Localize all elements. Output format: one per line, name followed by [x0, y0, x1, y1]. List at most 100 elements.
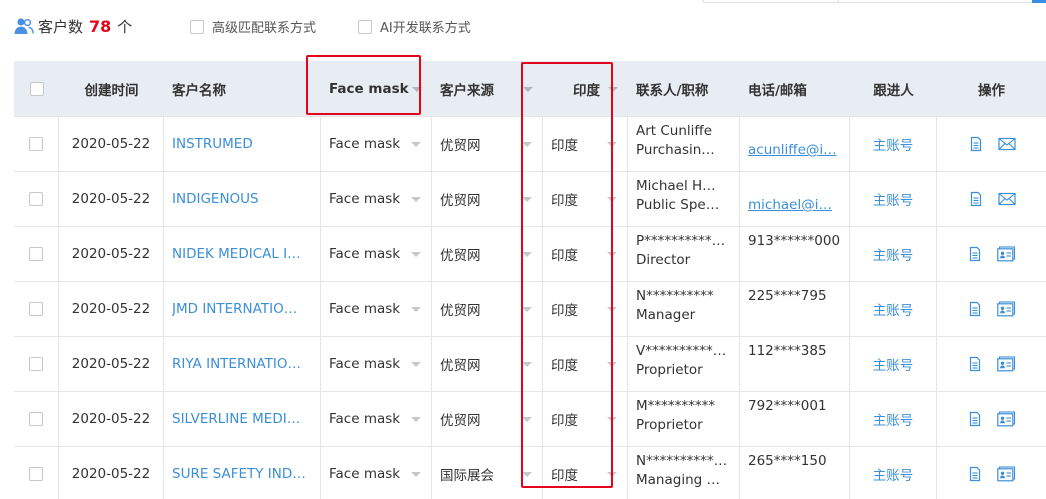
- contact-card-icon[interactable]: [997, 466, 1016, 482]
- product-select[interactable]: Face mask: [321, 392, 432, 446]
- select-all-checkbox[interactable]: [29, 81, 44, 96]
- document-icon[interactable]: [968, 136, 984, 152]
- owner-link[interactable]: 主账号: [873, 409, 914, 429]
- customer-name-link[interactable]: INSTRUMED: [172, 136, 253, 152]
- table-row[interactable]: 2020-05-22 RIYA INTERNATIO… Face mask 优贸网 印度…: [14, 337, 1046, 392]
- document-icon[interactable]: [967, 246, 983, 262]
- advanced-match-option[interactable]: 高级匹配联系方式: [190, 17, 316, 36]
- customer-name-link[interactable]: NIDEK MEDICAL I…: [172, 246, 301, 262]
- source-select[interactable]: 优贸网: [432, 337, 543, 391]
- row-checkbox[interactable]: [29, 247, 43, 261]
- table-row[interactable]: 2020-05-22 INDIGENOUS Face mask 优贸网 印度 Michae…: [14, 172, 1046, 227]
- source-select[interactable]: 优贸网: [432, 172, 543, 226]
- count-unit: 个: [117, 17, 133, 36]
- table-row[interactable]: 2020-05-22 SILVERLINE MEDI… Face mask 优贸网 印度…: [14, 392, 1046, 447]
- chevron-down-icon: [522, 417, 532, 422]
- product-select[interactable]: Face mask: [321, 117, 432, 171]
- customer-name-link[interactable]: SURE SAFETY IND…: [172, 466, 306, 482]
- col-name[interactable]: 客户名称: [164, 61, 321, 116]
- country-select[interactable]: 印度: [543, 172, 628, 226]
- product-select[interactable]: Face mask: [321, 172, 432, 226]
- table-row[interactable]: 2020-05-22 SURE SAFETY IND… Face mask 国际展会 印…: [14, 447, 1046, 499]
- contact-card-icon[interactable]: [997, 246, 1016, 262]
- email-link[interactable]: michael@i…: [748, 196, 840, 215]
- advanced-match-label: 高级匹配联系方式: [212, 21, 317, 36]
- contact-card-icon[interactable]: [997, 301, 1016, 317]
- count-label: 客户数: [38, 17, 84, 36]
- email-link[interactable]: acunliffe@i…: [748, 141, 840, 160]
- document-icon[interactable]: [967, 356, 983, 372]
- col-created[interactable]: 创建时间: [59, 61, 164, 116]
- advanced-match-checkbox[interactable]: [190, 19, 204, 34]
- mail-icon[interactable]: [997, 191, 1016, 207]
- col-ops: 操作: [978, 82, 1005, 99]
- created-date: 2020-05-22: [59, 392, 164, 446]
- mail-icon[interactable]: [997, 136, 1016, 152]
- product-select[interactable]: Face mask: [321, 282, 432, 336]
- col-country-filter[interactable]: 印度: [543, 61, 628, 116]
- contact-title: Managing …: [636, 472, 720, 488]
- owner-link[interactable]: 主账号: [873, 354, 914, 374]
- document-icon[interactable]: [967, 411, 983, 427]
- phone-cell: michael@i…: [740, 172, 850, 226]
- col-product-filter[interactable]: Face mask: [321, 61, 432, 116]
- country-select[interactable]: 印度: [543, 447, 628, 499]
- search-button-fragment[interactable]: [1032, 0, 1046, 3]
- document-icon[interactable]: [967, 466, 983, 482]
- col-source-filter[interactable]: 客户来源: [432, 61, 543, 116]
- country-value: 印度: [551, 138, 578, 154]
- customer-name-link[interactable]: JMD INTERNATIO…: [172, 301, 297, 317]
- table-row[interactable]: 2020-05-22 INSTRUMED Face mask 优贸网 印度 Art Cun…: [14, 117, 1046, 172]
- contact-card-icon[interactable]: [997, 411, 1016, 427]
- document-icon[interactable]: [968, 191, 984, 207]
- country-select[interactable]: 印度: [543, 227, 628, 281]
- country-select[interactable]: 印度: [543, 392, 628, 446]
- search-input-fragment-2[interactable]: [838, 0, 1033, 3]
- contact-name: Michael H…: [636, 178, 716, 194]
- table-row[interactable]: 2020-05-22 JMD INTERNATIO… Face mask 优贸网 印度 N…: [14, 282, 1046, 337]
- customer-name-link[interactable]: SILVERLINE MEDI…: [172, 411, 300, 427]
- source-select[interactable]: 优贸网: [432, 227, 543, 281]
- phone-value: 913******000: [748, 233, 841, 249]
- owner-link[interactable]: 主账号: [873, 299, 914, 319]
- owner-link[interactable]: 主账号: [873, 244, 914, 264]
- phone-value: 112****385: [748, 343, 827, 359]
- ai-contact-checkbox[interactable]: [358, 19, 372, 34]
- owner-link[interactable]: 主账号: [873, 464, 914, 484]
- source-value: 优贸网: [440, 138, 481, 154]
- row-checkbox[interactable]: [29, 467, 43, 481]
- source-select[interactable]: 国际展会: [432, 447, 543, 499]
- country-select[interactable]: 印度: [543, 117, 628, 171]
- owner-link[interactable]: 主账号: [873, 189, 914, 209]
- chevron-down-icon: [411, 307, 421, 312]
- row-checkbox[interactable]: [29, 137, 43, 151]
- customer-name-link[interactable]: INDIGENOUS: [172, 191, 259, 207]
- country-select[interactable]: 印度: [543, 282, 628, 336]
- row-checkbox[interactable]: [29, 302, 43, 316]
- contact-card-icon[interactable]: [997, 356, 1016, 372]
- source-value: 优贸网: [440, 193, 481, 209]
- contact-name: M**********: [636, 398, 716, 414]
- row-checkbox[interactable]: [29, 192, 43, 206]
- contact-name: N**********…: [636, 453, 728, 469]
- country-select[interactable]: 印度: [543, 337, 628, 391]
- table-row[interactable]: 2020-05-22 NIDEK MEDICAL I… Face mask 优贸网 印度…: [14, 227, 1046, 282]
- created-date: 2020-05-22: [59, 172, 164, 226]
- source-select[interactable]: 优贸网: [432, 282, 543, 336]
- row-checkbox[interactable]: [29, 412, 43, 426]
- product-select[interactable]: Face mask: [321, 337, 432, 391]
- customer-name-link[interactable]: RIYA INTERNATIO…: [172, 356, 301, 372]
- row-checkbox[interactable]: [29, 357, 43, 371]
- document-icon[interactable]: [967, 301, 983, 317]
- search-input-fragment[interactable]: [703, 0, 839, 3]
- row-actions: [937, 392, 1046, 446]
- source-select[interactable]: 优贸网: [432, 392, 543, 446]
- source-select[interactable]: 优贸网: [432, 117, 543, 171]
- contact-cell: M********** Proprietor: [628, 392, 740, 446]
- product-select[interactable]: Face mask: [321, 447, 432, 499]
- ai-contact-option[interactable]: AI开发联系方式: [358, 17, 471, 36]
- owner-link[interactable]: 主账号: [873, 134, 914, 154]
- chevron-down-icon: [522, 472, 532, 477]
- product-value: Face mask: [329, 411, 401, 427]
- product-select[interactable]: Face mask: [321, 227, 432, 281]
